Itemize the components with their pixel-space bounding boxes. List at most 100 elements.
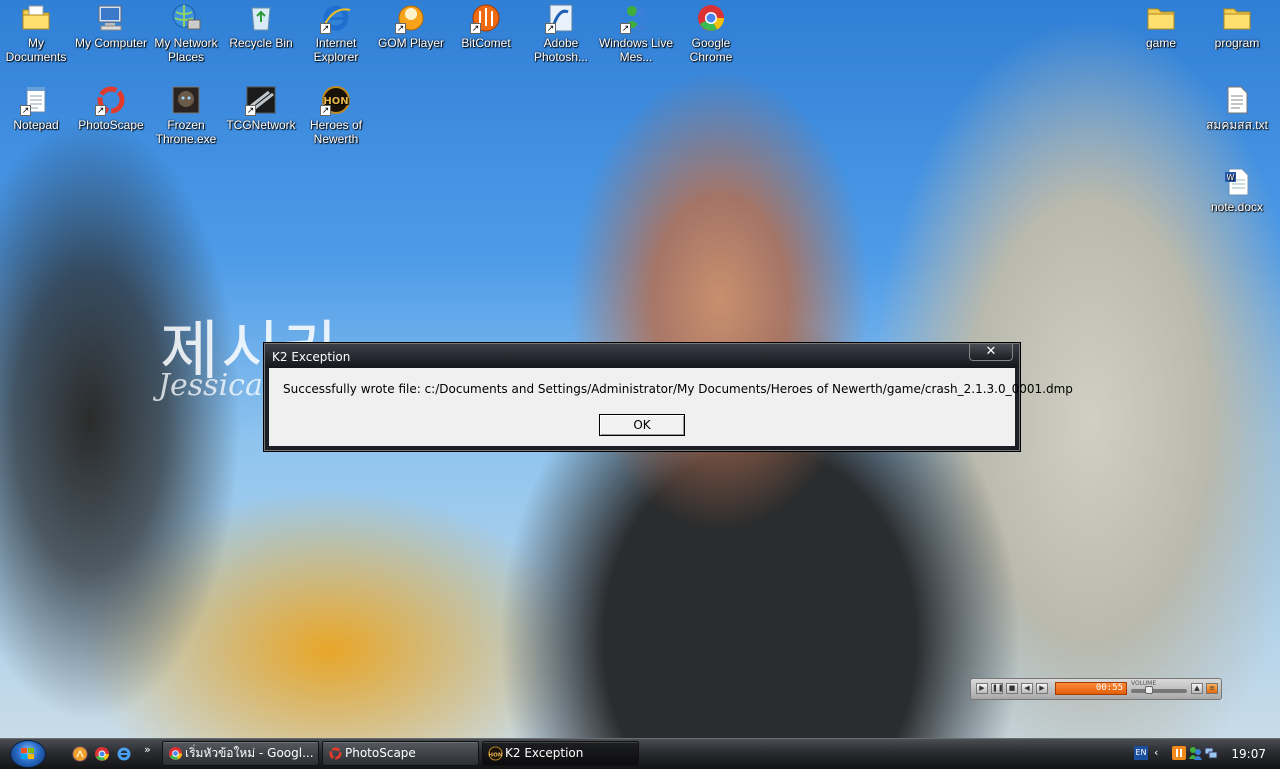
desktop-icon-adobe-photoshop[interactable]: ↗ Adobe Photosh... bbox=[522, 2, 600, 64]
previous-button[interactable]: ◀ bbox=[1021, 683, 1033, 694]
word-document-icon: W bbox=[1221, 166, 1253, 198]
icon-label: Adobe Photosh... bbox=[533, 36, 589, 64]
play-button[interactable]: ▶ bbox=[976, 683, 988, 694]
hon-icon: HON ↗ bbox=[320, 84, 352, 116]
system-tray: EN ‹ 19:07 bbox=[1130, 739, 1280, 769]
shortcut-arrow-icon: ↗ bbox=[620, 23, 631, 34]
desktop-icon-notepad[interactable]: ↗ Notepad bbox=[0, 84, 75, 132]
desktop-icon-photoscape[interactable]: ↗ PhotoScape bbox=[72, 84, 150, 132]
start-button[interactable] bbox=[10, 740, 46, 768]
icon-label: Internet Explorer bbox=[313, 36, 359, 64]
play-icon: ▶ bbox=[979, 684, 985, 692]
language-indicator[interactable]: EN bbox=[1134, 746, 1148, 760]
taskbar-button-label: เริ่มหัวข้อใหม่ - Googl... bbox=[185, 746, 314, 760]
stop-button[interactable]: ■ bbox=[1006, 683, 1018, 694]
shortcut-arrow-icon: ↗ bbox=[320, 105, 331, 116]
folder-icon bbox=[1145, 2, 1177, 34]
icon-label: My Computer bbox=[74, 36, 148, 50]
hon-icon: HON bbox=[488, 746, 503, 761]
icon-label: game bbox=[1145, 36, 1177, 50]
desktop-icon-windows-live-messenger[interactable]: ↗ Windows Live Mes... bbox=[597, 2, 675, 64]
notepad-icon: ↗ bbox=[20, 84, 52, 116]
desktop-icon-bitcomet[interactable]: ↗ BitComet bbox=[447, 2, 525, 50]
dialog-body: Successfully wrote file: c:/Documents an… bbox=[269, 368, 1073, 446]
desktop-icon-internet-explorer[interactable]: ↗ Internet Explorer bbox=[297, 2, 375, 64]
tcgnetwork-icon: ↗ bbox=[245, 84, 277, 116]
shortcut-arrow-icon: ↗ bbox=[470, 23, 481, 34]
desktop-icon-program-folder[interactable]: program bbox=[1198, 2, 1276, 50]
desktop-icon-thai-txt[interactable]: สมคมสส.txt bbox=[1198, 84, 1276, 132]
icon-label: Notepad bbox=[13, 118, 59, 132]
photoshop-icon: ↗ bbox=[545, 2, 577, 34]
recycle-bin-icon bbox=[245, 2, 277, 34]
tray-expand-button[interactable]: ‹ bbox=[1154, 746, 1158, 759]
icon-label: Recycle Bin bbox=[229, 36, 293, 50]
icon-label: Windows Live Mes... bbox=[598, 36, 674, 64]
taskbar-button-photoscape[interactable]: PhotoScape bbox=[322, 741, 479, 766]
dialog-message: Successfully wrote file: c:/Documents an… bbox=[283, 382, 1073, 396]
icon-label: Frozen Throne.exe bbox=[155, 118, 217, 146]
ok-button[interactable]: OK bbox=[599, 414, 685, 436]
desktop-icon-my-network-places[interactable]: My Network Places bbox=[147, 2, 225, 64]
quick-launch-expand[interactable]: » bbox=[144, 743, 151, 756]
volume-slider-track[interactable] bbox=[1131, 689, 1187, 693]
pause-icon: ❚❚ bbox=[992, 684, 1004, 692]
shortcut-arrow-icon: ↗ bbox=[545, 23, 556, 34]
desktop-icon-tcgnetwork[interactable]: ↗ TCGNetwork bbox=[222, 84, 300, 132]
messenger-icon: ↗ bbox=[620, 2, 652, 34]
pause-button[interactable]: ❚❚ bbox=[991, 683, 1004, 694]
icon-label: Heroes of Newerth bbox=[309, 118, 363, 146]
next-button[interactable]: ▶ bbox=[1036, 683, 1048, 694]
desktop-icon-game-folder[interactable]: game bbox=[1122, 2, 1200, 50]
desktop-icon-heroes-of-newerth[interactable]: HON ↗ Heroes of Newerth bbox=[297, 84, 375, 146]
icon-label: Google Chrome bbox=[689, 36, 733, 64]
internet-explorer-icon: ↗ bbox=[320, 2, 352, 34]
icon-label: program bbox=[1214, 36, 1260, 50]
media-player-tray-icon[interactable] bbox=[1172, 746, 1186, 760]
network-tray-icon[interactable] bbox=[1204, 746, 1218, 760]
svg-text:HON: HON bbox=[488, 752, 502, 758]
wallpaper-signature-text: Jessica bbox=[158, 368, 263, 403]
desktop-icon-my-computer[interactable]: My Computer bbox=[72, 2, 150, 50]
menu-icon: ≡ bbox=[1209, 684, 1215, 692]
desktop-icon-gom-player[interactable]: ↗ GOM Player bbox=[372, 2, 450, 50]
close-button[interactable]: ✕ bbox=[969, 344, 1013, 361]
network-globe-icon bbox=[170, 2, 202, 34]
taskbar-button-k2-exception[interactable]: HON K2 Exception bbox=[482, 741, 639, 766]
desktop-icon-frozen-throne[interactable]: Frozen Throne.exe bbox=[147, 84, 225, 146]
previous-icon: ◀ bbox=[1024, 684, 1030, 692]
eject-button[interactable]: ▲ bbox=[1191, 683, 1203, 694]
folder-icon bbox=[1221, 2, 1253, 34]
media-player-widget[interactable]: ▶ ❚❚ ■ ◀ ▶ 00:55 VOLUME ▲ ≡ bbox=[970, 678, 1222, 700]
menu-button[interactable]: ≡ bbox=[1206, 683, 1218, 694]
taskbar: » เริ่มหัวข้อใหม่ - Googl... PhotoScape … bbox=[0, 738, 1280, 769]
shortcut-arrow-icon: ↗ bbox=[20, 105, 31, 116]
text-file-icon bbox=[1221, 84, 1253, 116]
shortcut-arrow-icon: ↗ bbox=[95, 105, 106, 116]
volume-slider-handle[interactable] bbox=[1145, 686, 1153, 694]
messenger-tray-icon[interactable] bbox=[1188, 746, 1202, 760]
taskbar-button-chrome[interactable]: เริ่มหัวข้อใหม่ - Googl... bbox=[162, 741, 319, 766]
clock[interactable]: 19:07 bbox=[1231, 747, 1266, 761]
quick-launch-ie-icon[interactable] bbox=[116, 746, 132, 762]
svg-text:W: W bbox=[1227, 173, 1235, 182]
desktop-icon-my-documents[interactable]: My Documents bbox=[0, 2, 75, 64]
shortcut-arrow-icon: ↗ bbox=[245, 105, 256, 116]
icon-label: GOM Player bbox=[377, 36, 444, 50]
desktop-icon-google-chrome[interactable]: Google Chrome bbox=[672, 2, 750, 64]
bitcomet-icon: ↗ bbox=[470, 2, 502, 34]
k2-exception-dialog[interactable]: K2 Exception ✕ Successfully wrote file: … bbox=[263, 342, 1073, 452]
dialog-title: K2 Exception bbox=[272, 350, 351, 364]
chrome-icon bbox=[168, 746, 183, 761]
icon-label: สมคมสส.txt bbox=[1206, 118, 1268, 132]
quick-launch-app-icon[interactable] bbox=[72, 746, 88, 762]
stop-icon: ■ bbox=[1008, 684, 1016, 692]
dialog-titlebar[interactable]: K2 Exception ✕ bbox=[265, 344, 1019, 368]
desktop-icon-note-docx[interactable]: W note.docx bbox=[1198, 166, 1276, 214]
desktop[interactable]: 제시카 Jessica My Documents My Computer My … bbox=[0, 0, 1280, 738]
quick-launch-chrome-icon[interactable] bbox=[94, 746, 110, 762]
shortcut-arrow-icon: ↗ bbox=[320, 23, 331, 34]
icon-label: note.docx bbox=[1210, 200, 1264, 214]
desktop-icon-recycle-bin[interactable]: Recycle Bin bbox=[222, 2, 300, 50]
windows-logo-icon bbox=[21, 748, 34, 759]
